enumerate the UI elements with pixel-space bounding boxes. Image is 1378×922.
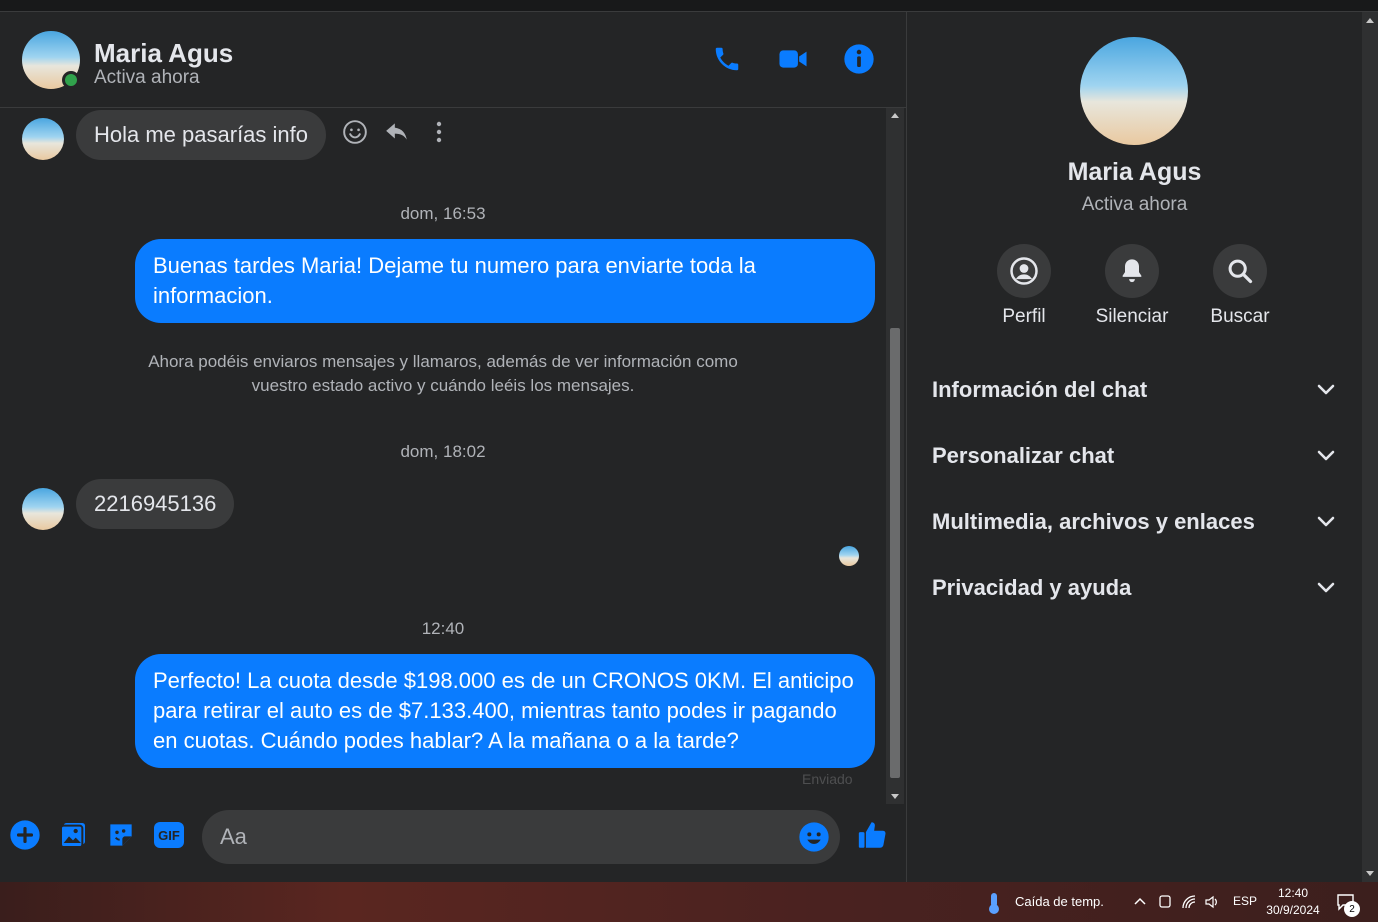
- chevron-down-icon: [1317, 516, 1335, 527]
- outgoing-message[interactable]: Buenas tardes Maria! Dejame tu numero pa…: [135, 239, 875, 323]
- outgoing-message[interactable]: Perfecto! La cuota desde $198.000 es de …: [135, 654, 875, 768]
- profile-button[interactable]: Perfil: [974, 244, 1074, 328]
- clock-date[interactable]: 30/9/2024: [1262, 903, 1324, 917]
- incoming-message[interactable]: Hola me pasarías info: [76, 110, 326, 160]
- image-icon[interactable]: [56, 818, 90, 852]
- weather-text[interactable]: Caída de temp.: [1015, 894, 1104, 909]
- section-label: Información del chat: [932, 377, 1148, 402]
- notification-count: 2: [1344, 901, 1360, 917]
- incoming-message[interactable]: 2216945136: [76, 479, 235, 529]
- profile-status: Activa ahora: [1081, 194, 1188, 215]
- profile-avatar[interactable]: [1080, 37, 1188, 145]
- more-options-icon[interactable]: [425, 118, 453, 146]
- section-media-files-links[interactable]: Multimedia, archivos y enlaces: [919, 495, 1347, 549]
- gif-icon[interactable]: GIF: [152, 818, 186, 852]
- profile-name: Maria Agus: [1067, 158, 1202, 186]
- meet-icon[interactable]: [1158, 894, 1172, 915]
- search-icon: [1213, 244, 1267, 298]
- section-customize-chat[interactable]: Personalizar chat: [919, 429, 1347, 483]
- sent-status: Enviado: [802, 771, 853, 787]
- chat-info-panel: Maria Agus Activa ahora Perfil Silenciar…: [907, 12, 1362, 882]
- section-label: Multimedia, archivos y enlaces: [932, 509, 1255, 534]
- chevron-up-icon[interactable]: [1133, 894, 1147, 912]
- search-label: Buscar: [1210, 306, 1270, 327]
- scroll-thumb[interactable]: [890, 328, 900, 778]
- wifi-icon[interactable]: [1181, 894, 1197, 915]
- chevron-down-icon: [1317, 582, 1335, 593]
- section-label: Personalizar chat: [932, 443, 1115, 468]
- sender-avatar: [22, 488, 64, 530]
- profile-icon: [997, 244, 1051, 298]
- bell-icon: [1105, 244, 1159, 298]
- sender-avatar: [22, 118, 64, 160]
- contact-status: Activa ahora: [94, 67, 200, 88]
- message-input[interactable]: [220, 822, 780, 852]
- volume-icon[interactable]: [1204, 894, 1220, 915]
- scroll-up-arrow[interactable]: [891, 113, 899, 118]
- timestamp: 12:40: [421, 619, 465, 638]
- chevron-down-icon: [1317, 384, 1335, 395]
- online-status-dot: [62, 71, 80, 89]
- search-button[interactable]: Buscar: [1190, 244, 1290, 328]
- video-camera-icon[interactable]: [776, 42, 810, 76]
- plus-icon[interactable]: [8, 818, 42, 852]
- chat-header: Maria Agus Activa ahora: [0, 12, 906, 108]
- info-icon[interactable]: [842, 42, 876, 76]
- react-smiley-icon[interactable]: [341, 118, 369, 146]
- timestamp: dom, 16:53: [400, 204, 486, 223]
- thermometer-icon[interactable]: [986, 891, 1002, 920]
- section-privacy-help[interactable]: Privacidad y ayuda: [919, 561, 1347, 615]
- read-receipt-avatar: [839, 546, 859, 566]
- chat-panel: Maria Agus Activa ahora Hola me pasarías…: [0, 12, 906, 882]
- chevron-down-icon: [1317, 450, 1335, 461]
- timestamp: dom, 18:02: [400, 442, 486, 461]
- phone-icon[interactable]: [710, 42, 744, 76]
- reply-icon[interactable]: [383, 118, 411, 146]
- gif-label: GIF: [154, 822, 184, 848]
- window-scrollbar[interactable]: [1362, 12, 1378, 882]
- mute-label: Silenciar: [1095, 306, 1169, 327]
- windows-taskbar: Caída de temp. ESP 12:40 30/9/2024 2: [0, 882, 1378, 922]
- contact-name[interactable]: Maria Agus: [94, 38, 233, 69]
- message-list: Hola me pasarías info dom, 16:53 Buenas …: [0, 108, 886, 798]
- sticker-icon[interactable]: [104, 818, 138, 852]
- system-notice: Ahora podéis enviaros mensajes y llamaro…: [148, 352, 738, 395]
- composer: GIF: [0, 798, 906, 882]
- scroll-down-arrow[interactable]: [1366, 871, 1374, 876]
- thumbs-up-icon[interactable]: [856, 818, 890, 852]
- message-scrollbar[interactable]: [886, 108, 904, 804]
- window-top-strip: [0, 0, 1378, 12]
- emoji-icon[interactable]: [798, 821, 830, 853]
- section-label: Privacidad y ayuda: [932, 575, 1132, 600]
- clock-time[interactable]: 12:40: [1266, 886, 1320, 900]
- language-indicator[interactable]: ESP: [1233, 894, 1257, 908]
- scroll-up-arrow[interactable]: [1366, 18, 1374, 23]
- profile-label: Perfil: [1002, 306, 1046, 327]
- mute-button[interactable]: Silenciar: [1082, 244, 1182, 328]
- message-input-container[interactable]: [202, 810, 840, 864]
- section-chat-info[interactable]: Información del chat: [919, 363, 1347, 417]
